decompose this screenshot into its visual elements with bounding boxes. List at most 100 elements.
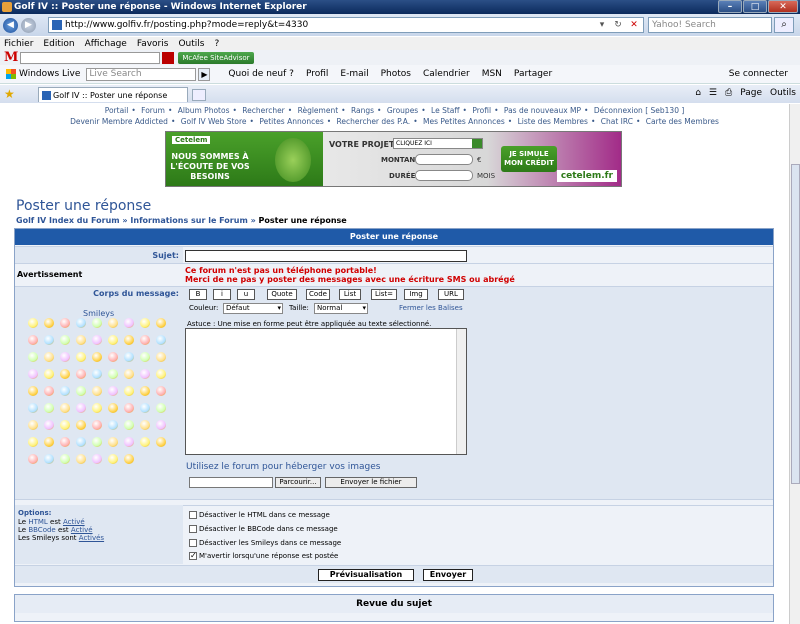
wl-link-msn[interactable]: MSN	[482, 69, 502, 79]
ad-banner[interactable]: Cetelem NOUS SOMMES À L'ÉCOUTE DE VOS BE…	[165, 131, 622, 187]
smiley-icon[interactable]	[124, 420, 134, 430]
smiley-icon[interactable]	[28, 420, 38, 430]
smiley-icon[interactable]	[28, 335, 38, 345]
smiley-icon[interactable]	[60, 420, 70, 430]
smiley-icon[interactable]	[60, 454, 70, 464]
smiley-icon[interactable]	[76, 335, 86, 345]
smiley-icon[interactable]	[108, 386, 118, 396]
wl-link-photos[interactable]: Photos	[381, 69, 411, 79]
address-bar[interactable]: http://www.golfiv.fr/posting.php?mode=re…	[48, 17, 644, 33]
smiley-icon[interactable]	[140, 403, 150, 413]
connect-link[interactable]: Se connecter	[729, 69, 788, 79]
url-button[interactable]: URL	[438, 289, 464, 300]
smiley-icon[interactable]	[28, 318, 38, 328]
menu-help[interactable]: ?	[214, 39, 219, 49]
wl-link-calendar[interactable]: Calendrier	[423, 69, 470, 79]
smiley-icon[interactable]	[44, 369, 54, 379]
smiley-icon[interactable]	[140, 369, 150, 379]
nav-search[interactable]: Rechercher	[242, 106, 284, 115]
smiley-icon[interactable]	[92, 318, 102, 328]
close-tags-link[interactable]: Fermer les Balises	[399, 304, 463, 312]
smiley-icon[interactable]	[156, 318, 166, 328]
smiley-icon[interactable]	[124, 335, 134, 345]
refresh-icon[interactable]: ↻	[611, 19, 625, 31]
smiley-icon[interactable]	[60, 335, 70, 345]
nav-pm[interactable]: Pas de nouveaux MP	[504, 106, 581, 115]
smiley-icon[interactable]	[44, 386, 54, 396]
nav-map[interactable]: Carte des Membres	[646, 117, 719, 126]
maximize-button[interactable]: □	[743, 0, 767, 13]
file-path-input[interactable]	[189, 477, 273, 488]
smiley-icon[interactable]	[92, 352, 102, 362]
tools-menu[interactable]: Outils	[770, 88, 796, 98]
close-button[interactable]: ✕	[768, 0, 798, 13]
quote-button[interactable]: Quote	[267, 289, 297, 300]
smiley-icon[interactable]	[92, 369, 102, 379]
smiley-icon[interactable]	[108, 335, 118, 345]
menu-fichier[interactable]: Fichier	[4, 39, 33, 49]
smiley-icon[interactable]	[108, 437, 118, 447]
smiley-icon[interactable]	[92, 335, 102, 345]
italic-button[interactable]: i	[213, 289, 231, 300]
siteadvisor-button[interactable]: McAfee SiteAdvisor	[178, 51, 254, 64]
nav-portail[interactable]: Portail	[105, 106, 129, 115]
smiley-icon[interactable]	[44, 454, 54, 464]
nav-webstore[interactable]: Golf IV Web Store	[181, 117, 247, 126]
smiley-icon[interactable]	[140, 386, 150, 396]
upload-button[interactable]: Envoyer le fichier	[325, 477, 417, 488]
smiley-icon[interactable]	[140, 420, 150, 430]
rss-icon[interactable]: ☰	[709, 88, 717, 98]
nav-search-ads[interactable]: Rechercher des P.A.	[337, 117, 411, 126]
ordered-list-button[interactable]: List=	[371, 289, 397, 300]
dropdown-icon[interactable]: ▾	[595, 19, 609, 31]
favorites-star-icon[interactable]: ★	[4, 87, 15, 101]
bold-button[interactable]: B	[189, 289, 207, 300]
smiley-icon[interactable]	[60, 437, 70, 447]
smiley-icon[interactable]	[44, 335, 54, 345]
smiley-icon[interactable]	[76, 352, 86, 362]
wl-link-share[interactable]: Partager	[514, 69, 552, 79]
send-button[interactable]: Envoyer	[423, 569, 473, 581]
smiley-icon[interactable]	[76, 386, 86, 396]
smiley-icon[interactable]	[156, 386, 166, 396]
banner-duration-input[interactable]	[415, 170, 473, 181]
banner-amount-input[interactable]	[415, 154, 473, 165]
size-select[interactable]: Normal	[314, 303, 368, 314]
menu-edition[interactable]: Edition	[43, 39, 74, 49]
smiley-icon[interactable]	[28, 352, 38, 362]
browse-button[interactable]: Parcourir...	[275, 477, 321, 488]
smiley-icon[interactable]	[124, 352, 134, 362]
nav-forum[interactable]: Forum	[141, 106, 165, 115]
smiley-icon[interactable]	[76, 420, 86, 430]
code-button[interactable]: Code	[306, 289, 330, 300]
home-icon[interactable]: ⌂	[695, 88, 701, 98]
smiley-icon[interactable]	[108, 352, 118, 362]
search-icon[interactable]: ⌕	[774, 17, 794, 33]
smiley-icon[interactable]	[76, 403, 86, 413]
smiley-icon[interactable]	[124, 369, 134, 379]
nav-addicted[interactable]: Devenir Membre Addicted	[70, 117, 168, 126]
smiley-icon[interactable]	[28, 403, 38, 413]
menu-favoris[interactable]: Favoris	[137, 39, 169, 49]
banner-cta-button[interactable]: JE SIMULE MON CRÉDIT	[501, 146, 557, 172]
nav-groups[interactable]: Groupes	[387, 106, 418, 115]
smiley-icon[interactable]	[156, 335, 166, 345]
smiley-icon[interactable]	[140, 318, 150, 328]
nav-logout[interactable]: Déconnexion [ Seb130 ]	[594, 106, 684, 115]
breadcrumb-section[interactable]: Informations sur le Forum	[130, 216, 247, 225]
smiley-icon[interactable]	[124, 386, 134, 396]
forward-button[interactable]: ▶	[21, 17, 36, 33]
banner-project-select[interactable]: CLIQUEZ ICI	[393, 138, 483, 149]
smiley-icon[interactable]	[60, 352, 70, 362]
notify-reply-checkbox[interactable]	[189, 551, 197, 560]
smiley-icon[interactable]	[44, 318, 54, 328]
menu-affichage[interactable]: Affichage	[85, 39, 127, 49]
nav-irc[interactable]: Chat IRC	[601, 117, 633, 126]
smiley-icon[interactable]	[92, 420, 102, 430]
print-icon[interactable]: ⎙	[725, 88, 732, 98]
stop-icon[interactable]: ✕	[627, 19, 641, 31]
smiley-icon[interactable]	[44, 352, 54, 362]
smiley-icon[interactable]	[76, 369, 86, 379]
smiley-icon[interactable]	[124, 318, 134, 328]
windows-live-button[interactable]: Windows Live	[6, 69, 80, 79]
